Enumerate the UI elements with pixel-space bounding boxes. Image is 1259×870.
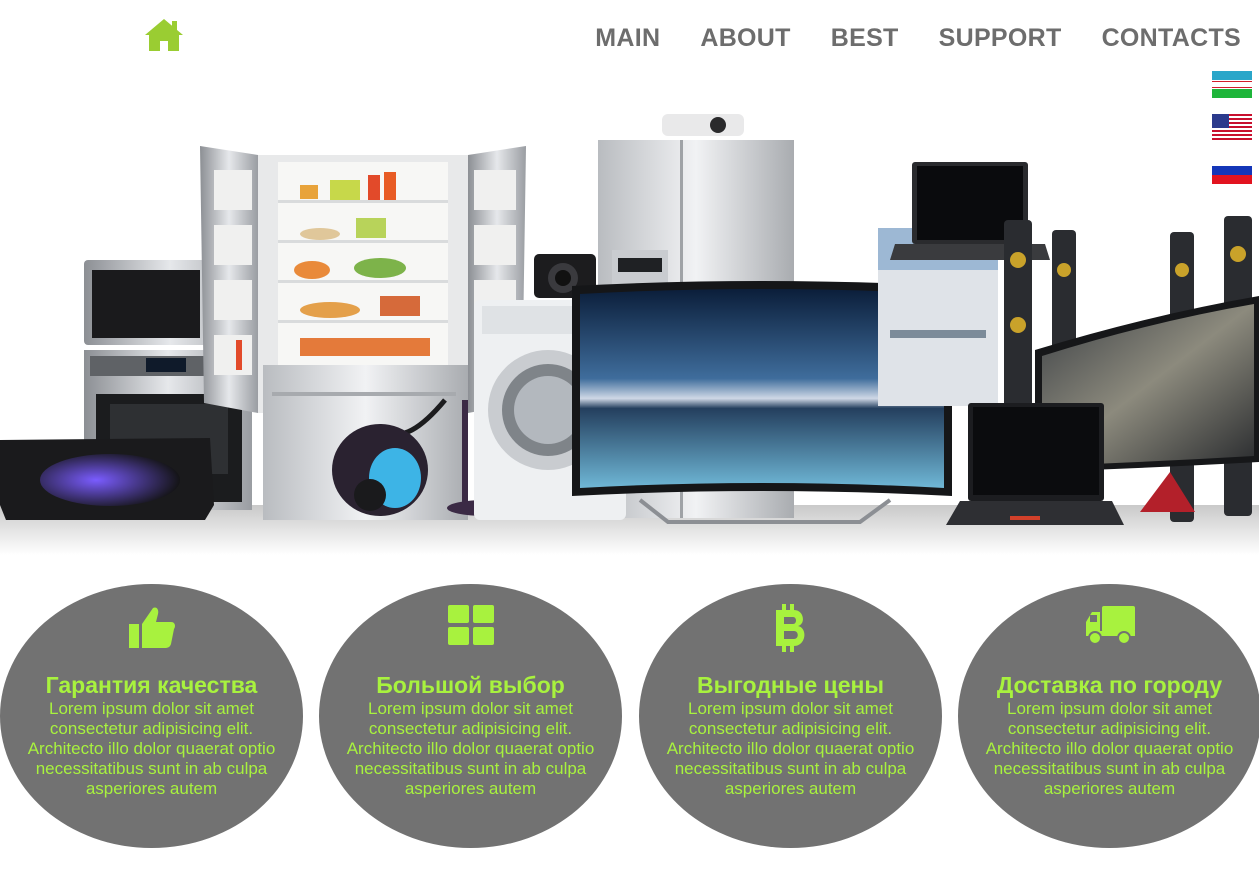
thumbs-up-icon bbox=[0, 604, 303, 652]
features-section: Гарантия качества Lorem ipsum dolor sit … bbox=[0, 584, 1259, 850]
feature-text: Lorem ipsum dolor sit amet consectetur a… bbox=[27, 699, 276, 798]
feature-text: Lorem ipsum dolor sit amet consectetur a… bbox=[346, 699, 595, 798]
feature-text: Lorem ipsum dolor sit amet consectetur a… bbox=[985, 699, 1234, 798]
hero-appliances-image bbox=[0, 114, 1259, 555]
nav-support[interactable]: SUPPORT bbox=[939, 24, 1062, 53]
feature-title: Выгодные цены bbox=[696, 672, 885, 698]
feature-title: Доставка по городу bbox=[996, 672, 1223, 698]
feature-quality: Гарантия качества Lorem ipsum dolor sit … bbox=[0, 584, 303, 848]
truck-icon bbox=[958, 604, 1259, 652]
feature-delivery: Доставка по городу Lorem ipsum dolor sit… bbox=[958, 584, 1259, 848]
nav-best[interactable]: BEST bbox=[831, 24, 899, 53]
feature-title: Гарантия качества bbox=[45, 672, 258, 698]
home-icon bbox=[145, 19, 183, 51]
home-link[interactable] bbox=[143, 17, 185, 53]
nav-main[interactable]: MAIN bbox=[595, 24, 660, 53]
nav-contacts[interactable]: CONTACTS bbox=[1102, 24, 1241, 53]
feature-title: Большой выбор bbox=[376, 672, 565, 698]
bitcoin-icon bbox=[639, 604, 942, 652]
feature-text: Lorem ipsum dolor sit amet consectetur a… bbox=[666, 699, 915, 798]
feature-selection: Большой выбор Lorem ipsum dolor sit amet… bbox=[319, 584, 622, 848]
uzbekistan-flag-icon[interactable] bbox=[1212, 71, 1252, 98]
nav-about[interactable]: ABOUT bbox=[700, 24, 790, 53]
main-nav: MAIN ABOUT BEST SUPPORT CONTACTS bbox=[595, 24, 1241, 53]
feature-prices: Выгодные цены Lorem ipsum dolor sit amet… bbox=[639, 584, 942, 848]
grid-icon bbox=[319, 604, 622, 652]
